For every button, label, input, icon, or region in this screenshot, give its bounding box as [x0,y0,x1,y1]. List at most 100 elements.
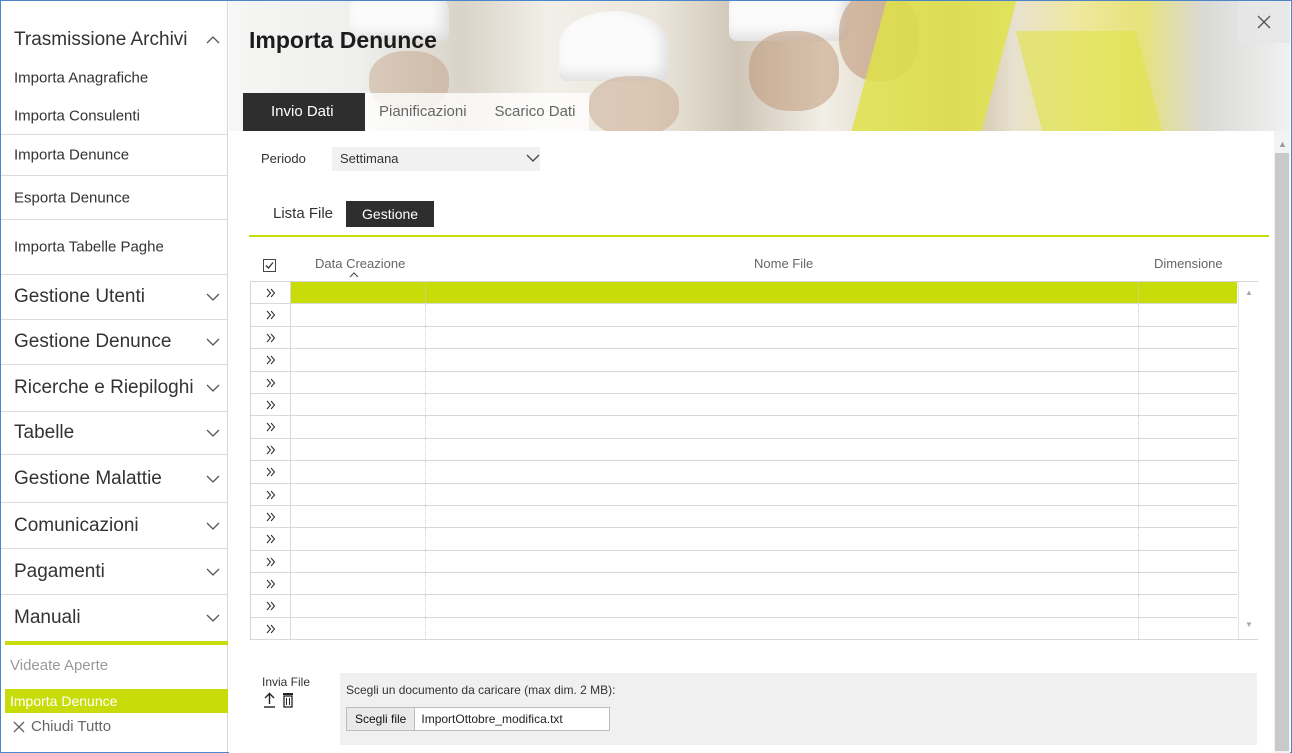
upload-hint: Scegli un documento da caricare (max dim… [346,683,616,697]
cell-nome-file [426,326,1139,349]
sidebar-group-comunicazioni[interactable]: Comunicazioni [1,503,228,548]
row-expand-button[interactable] [251,349,291,371]
tab-scarico-dati[interactable]: Scarico Dati [480,93,590,131]
table-row[interactable] [251,483,1237,506]
tab-invio-dati[interactable]: Invio Dati [243,93,365,131]
double-chevron-right-icon [266,490,276,499]
close-icon [1257,15,1271,29]
table-row[interactable] [251,550,1237,574]
table-row[interactable] [251,304,1237,327]
sidebar-group-label: Pagamenti [14,560,105,582]
column-header-data-creazione[interactable]: Data Creazione [315,256,405,271]
choose-file-button[interactable]: Scegli file [347,708,416,730]
cell-nome-file [426,483,1139,505]
double-chevron-right-icon [266,355,276,365]
chevron-down-icon [206,475,220,483]
cell-data-creazione [291,326,426,349]
sidebar-group-label: Comunicazioni [14,514,139,536]
cell-nome-file [426,617,1139,640]
table-row[interactable] [251,416,1237,439]
trash-icon[interactable] [282,692,294,708]
sidebar-item-importa-consulenti[interactable]: Importa Consulenti [1,98,228,134]
open-view-importa-denunce[interactable]: Importa Denunce [5,689,228,713]
table-row[interactable] [251,573,1237,596]
sidebar-group-ricerche-e-riepiloghi[interactable]: Ricerche e Riepiloghi [1,365,228,411]
subtab-lista-file[interactable]: Lista File [261,201,346,227]
double-chevron-right-icon [266,378,276,387]
upload-panel: Scegli un documento da caricare (max dim… [340,673,1257,745]
table-row[interactable] [251,438,1237,462]
sidebar-group-trasmissione-archivi[interactable]: Trasmissione Archivi [1,19,228,61]
cell-dimensione [1139,461,1237,482]
table-row[interactable] [251,461,1237,484]
table-row[interactable] [251,617,1237,641]
upload-icon[interactable] [263,692,276,708]
column-header-nome-file[interactable]: Nome File [754,256,813,271]
close-window-button[interactable] [1238,1,1290,43]
column-header-dimensione[interactable]: Dimensione [1154,256,1223,271]
sidebar-group-gestione-denunce[interactable]: Gestione Denunce [1,320,228,364]
table-row[interactable] [251,371,1237,394]
page-scrollbar[interactable]: ▲ [1274,131,1290,753]
row-expand-button[interactable] [251,528,291,550]
cell-data-creazione [291,528,426,550]
cell-nome-file [426,304,1139,326]
row-expand-button[interactable] [251,326,291,349]
row-expand-button[interactable] [251,282,291,304]
row-expand-button[interactable] [251,438,291,461]
double-chevron-right-icon [266,333,276,343]
cell-data-creazione [291,573,426,595]
row-expand-button[interactable] [251,573,291,595]
cell-dimensione [1139,439,1237,460]
double-chevron-right-icon [266,445,276,455]
sidebar-group-tabelle[interactable]: Tabelle [1,412,228,454]
cell-dimensione [1139,618,1237,639]
cell-data-creazione [291,438,426,461]
row-expand-button[interactable] [251,617,291,640]
sidebar-item-importa-anagrafiche[interactable]: Importa Anagrafiche [1,61,228,95]
cell-dimensione [1139,528,1237,549]
sidebar-group-manuali[interactable]: Manuali [1,595,228,641]
row-expand-button[interactable] [251,461,291,483]
table-row[interactable] [251,595,1237,618]
row-expand-button[interactable] [251,393,291,416]
sidebar-group-pagamenti[interactable]: Pagamenti [1,549,228,594]
row-expand-button[interactable] [251,505,291,528]
sidebar-item-importa-denunce[interactable]: Importa Denunce [1,135,228,175]
double-chevron-right-icon [266,602,276,611]
row-expand-button[interactable] [251,550,291,573]
cell-dimensione [1139,551,1237,572]
table-row[interactable] [251,326,1237,350]
sort-ascending-icon [349,272,359,278]
sidebar-item-importa-tabelle-paghe[interactable]: Importa Tabelle Paghe [1,220,228,274]
table-row[interactable] [251,528,1237,551]
cell-data-creazione [291,550,426,573]
table-row[interactable] [251,282,1237,305]
table-row[interactable] [251,349,1237,372]
close-all-button[interactable]: Chiudi Tutto [13,718,111,735]
row-expand-button[interactable] [251,304,291,326]
periodo-select[interactable]: Settimana [332,147,540,171]
sidebar-group-gestione-malattie[interactable]: Gestione Malattie [1,455,228,502]
scrollbar-thumb[interactable] [1275,153,1289,751]
grid-scrollbar[interactable]: ▲ ▼ [1238,282,1258,639]
row-expand-button[interactable] [251,371,291,393]
row-expand-button[interactable] [251,483,291,505]
scroll-down-icon: ▼ [1245,620,1253,629]
cell-data-creazione [291,393,426,416]
select-all-checkbox[interactable] [263,259,276,272]
row-expand-button[interactable] [251,416,291,438]
sidebar-item-esporta-denunce[interactable]: Esporta Denunce [1,176,228,219]
file-input[interactable]: Scegli file ImportOttobre_modifica.txt [346,707,610,731]
sidebar: Trasmissione Archivi Importa Anagrafiche… [1,1,228,752]
table-row[interactable] [251,393,1237,417]
sidebar-group-label: Trasmissione Archivi [14,29,188,50]
cell-nome-file [426,371,1139,393]
scroll-up-icon: ▲ [1245,288,1253,297]
row-expand-button[interactable] [251,595,291,617]
tab-pianificazioni[interactable]: Pianificazioni [365,93,481,131]
main-content: Periodo Settimana Lista File Gestione Da… [229,131,1274,753]
table-row[interactable] [251,505,1237,529]
subtab-gestione[interactable]: Gestione [346,201,435,227]
sidebar-group-gestione-utenti[interactable]: Gestione Utenti [1,275,228,319]
